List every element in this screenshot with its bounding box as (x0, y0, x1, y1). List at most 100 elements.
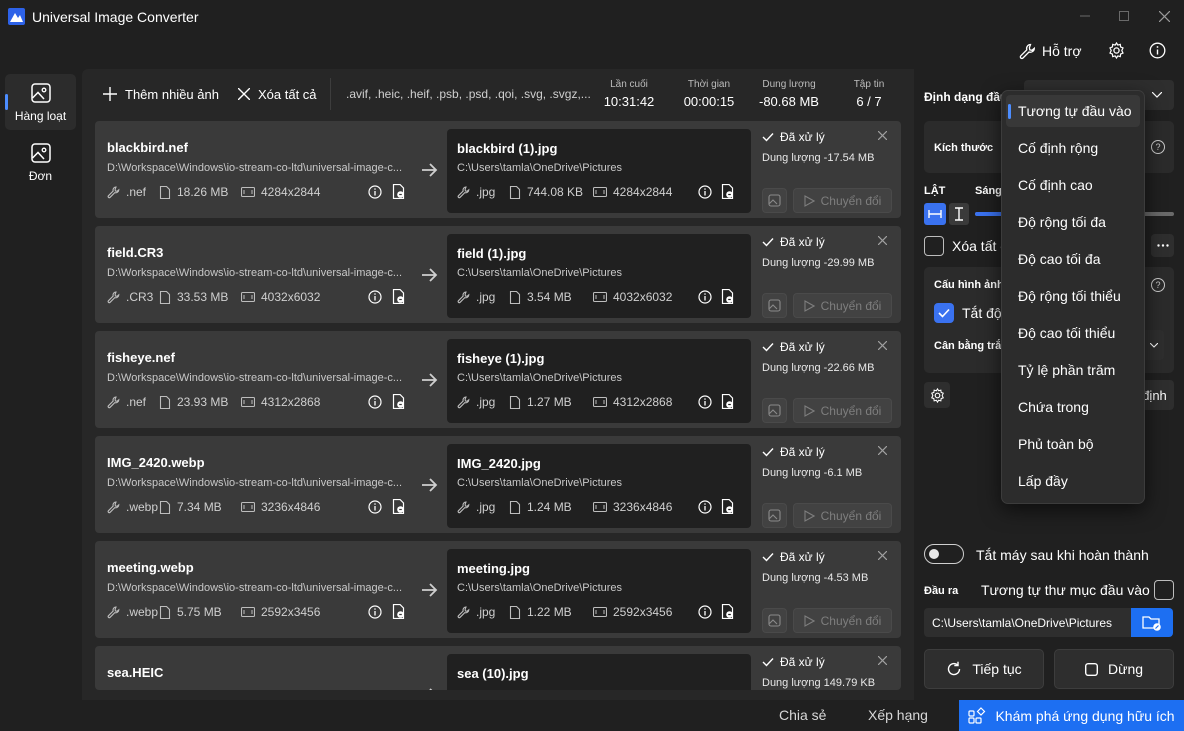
open-image-button[interactable] (762, 188, 787, 213)
info-icon[interactable] (698, 500, 712, 514)
file-icon (509, 290, 521, 304)
help-icon[interactable]: ? (1151, 140, 1165, 154)
gear-icon[interactable] (1108, 42, 1125, 59)
size-option[interactable]: Độ cao tối đa (1006, 243, 1140, 275)
file-details-icon[interactable] (392, 499, 406, 514)
check-icon (762, 237, 774, 247)
flip-horizontal-button[interactable] (924, 203, 946, 225)
nav-item-batch[interactable]: Hàng loạt (5, 74, 76, 130)
remove-file-button[interactable] (878, 551, 887, 560)
browse-folder-button[interactable] (1131, 608, 1173, 637)
convert-button[interactable]: Chuyển đổi (793, 608, 892, 633)
output-file-name: fisheye (1).jpg (457, 351, 545, 366)
info-icon[interactable] (698, 395, 712, 409)
convert-button[interactable]: Chuyển đổi (793, 293, 892, 318)
info-icon[interactable] (1149, 42, 1166, 59)
size-mode-dropdown: Tương tự đầu vào Cố định rộng Cố định ca… (1001, 90, 1145, 504)
size-option[interactable]: Cố định rộng (1006, 132, 1140, 164)
convert-button[interactable]: Chuyển đổi (793, 398, 892, 423)
add-images-button[interactable]: Thêm nhiều ảnh (103, 86, 219, 102)
shutdown-toggle[interactable] (924, 544, 964, 564)
info-icon[interactable] (368, 290, 382, 304)
file-details-icon[interactable] (392, 289, 406, 304)
close-window-button[interactable] (1152, 5, 1176, 27)
same-folder-label: Tương tự thư mục đầu vào (981, 582, 1150, 598)
continue-button[interactable]: Tiếp tục (924, 649, 1044, 689)
file-details-icon[interactable] (721, 499, 735, 514)
output-path-input[interactable]: C:\Users\tamla\OneDrive\Pictures (924, 608, 1131, 637)
remove-file-button[interactable] (878, 236, 887, 245)
info-icon[interactable] (698, 290, 712, 304)
maximize-button[interactable] (1112, 5, 1136, 27)
size-option[interactable]: Tỷ lệ phần trăm (1006, 354, 1140, 386)
add-images-label: Thêm nhiều ảnh (125, 86, 219, 102)
size-option[interactable]: Chứa trong (1006, 391, 1140, 423)
file-card[interactable]: fisheye.nef D:\Workspace\Windows\io-stre… (95, 331, 901, 428)
source-file-name: sea.HEIC (107, 665, 164, 680)
flip-vertical-button[interactable] (949, 203, 969, 225)
file-details-icon[interactable] (721, 289, 735, 304)
size-option[interactable]: Phủ toàn bộ (1006, 428, 1140, 460)
remove-file-button[interactable] (878, 341, 887, 350)
file-card[interactable]: sea.HEIC sea (10).jpg Đã xử lý Dung lượn… (95, 646, 901, 690)
open-image-button[interactable] (762, 608, 787, 633)
help-icon[interactable]: ? (1151, 278, 1165, 292)
wrench-icon (107, 185, 120, 199)
file-details-icon[interactable] (721, 604, 735, 619)
source-size: 5.75 MB (159, 605, 222, 619)
white-balance-select[interactable] (1144, 330, 1164, 360)
file-card[interactable]: meeting.webp D:\Workspace\Windows\io-str… (95, 541, 901, 638)
rate-link[interactable]: Xếp hạng (868, 707, 928, 723)
info-icon[interactable] (368, 605, 382, 619)
source-ext: .webp (107, 605, 158, 619)
stat-last-run: Lần cuối 10:31:42 (600, 79, 658, 109)
size-option[interactable]: Lấp đầy (1006, 465, 1140, 497)
auto-checkbox[interactable] (934, 303, 954, 323)
file-details-icon[interactable] (392, 604, 406, 619)
info-icon[interactable] (368, 395, 382, 409)
remove-file-button[interactable] (878, 656, 887, 665)
file-details-icon[interactable] (721, 394, 735, 409)
output-file-path: C:\Users\tamla\OneDrive\Pictures (457, 267, 623, 279)
size-option[interactable]: Độ rộng tối thiểu (1006, 280, 1140, 312)
open-image-button[interactable] (762, 503, 787, 528)
convert-button[interactable]: Chuyển đổi (793, 503, 892, 528)
clear-all-button[interactable]: Xóa tất cả (238, 86, 317, 102)
file-card[interactable]: blackbird.nef D:\Workspace\Windows\io-st… (95, 121, 901, 218)
info-icon[interactable] (698, 605, 712, 619)
size-option[interactable]: Cố định cao (1006, 169, 1140, 201)
file-details-icon[interactable] (721, 184, 735, 199)
share-link[interactable]: Chia sẻ (779, 707, 826, 723)
convert-button[interactable]: Chuyển đổi (793, 188, 892, 213)
same-folder-checkbox[interactable] (1154, 580, 1174, 600)
app-logo-icon (8, 8, 25, 25)
size-option[interactable]: Độ cao tối thiểu (1006, 317, 1140, 349)
info-icon[interactable] (368, 500, 382, 514)
minimize-button[interactable] (1073, 5, 1097, 27)
info-icon[interactable] (698, 185, 712, 199)
open-image-button[interactable] (762, 293, 787, 318)
size-option[interactable]: Độ rộng tối đa (1006, 206, 1140, 238)
source-dimensions: 4284x2844 (241, 185, 320, 199)
more-options-button[interactable] (1151, 234, 1174, 257)
nav-item-single[interactable]: Đơn (5, 134, 76, 190)
file-details-icon[interactable] (392, 184, 406, 199)
stop-button[interactable]: Dừng (1054, 649, 1174, 689)
open-image-button[interactable] (762, 398, 787, 423)
toggle-knob (929, 549, 939, 559)
supported-formats: .avif, .heic, .heif, .psb, .psd, .qoi, .… (346, 87, 591, 101)
remove-file-button[interactable] (878, 131, 887, 140)
advanced-settings-button[interactable] (924, 382, 950, 408)
source-ext: .nef (107, 185, 146, 199)
clear-all-checkbox[interactable] (924, 236, 944, 256)
file-details-icon[interactable] (392, 394, 406, 409)
source-file-path: D:\Workspace\Windows\io-stream-co-ltd\un… (107, 477, 403, 489)
file-card[interactable]: IMG_2420.webp D:\Workspace\Windows\io-st… (95, 436, 901, 533)
remove-file-button[interactable] (878, 446, 887, 455)
support-link[interactable]: Hỗ trợ (1019, 41, 1082, 61)
image-icon (768, 404, 781, 417)
size-option[interactable]: Tương tự đầu vào (1006, 95, 1140, 127)
info-icon[interactable] (368, 185, 382, 199)
file-card[interactable]: field.CR3 D:\Workspace\Windows\io-stream… (95, 226, 901, 323)
explore-apps-button[interactable]: Khám phá ứng dụng hữu ích (959, 700, 1184, 731)
